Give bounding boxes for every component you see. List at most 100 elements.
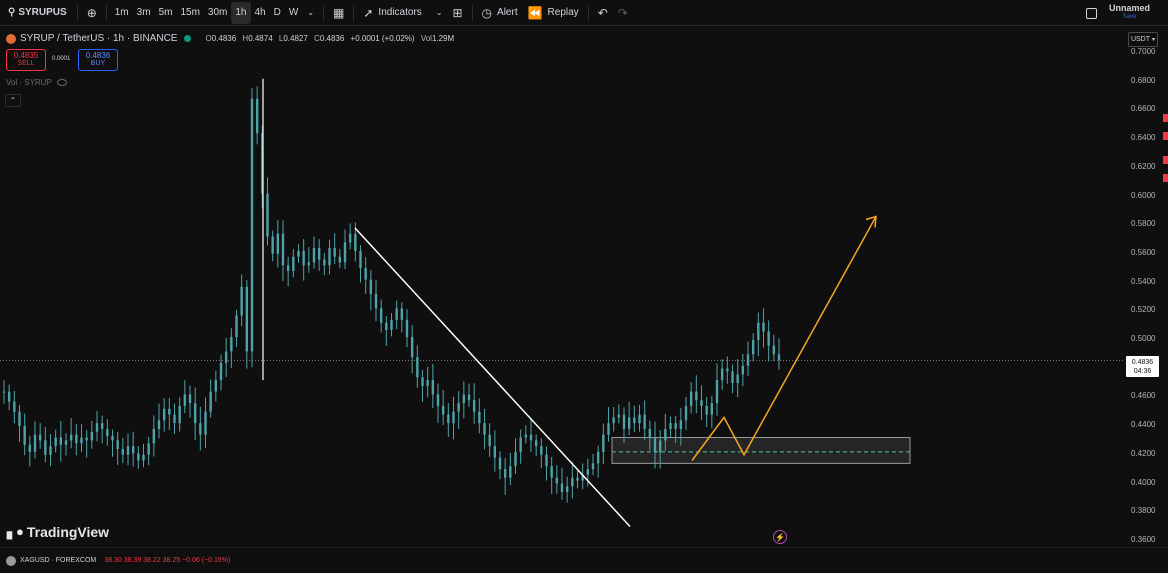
candle-body	[276, 233, 280, 254]
timeframe-dropdown[interactable]: ⌄	[302, 2, 319, 24]
candle-body	[710, 403, 714, 415]
candle-body	[705, 405, 708, 415]
price-tick-label: 0.5200	[1131, 305, 1156, 315]
tradingview-wordmark: TradingView	[26, 524, 110, 540]
current-price-value: 0.4836	[1131, 358, 1154, 366]
candle-body	[617, 414, 621, 418]
chart-type-button[interactable]: ▦	[328, 2, 349, 24]
candle-body	[726, 368, 729, 372]
candle-body	[131, 446, 135, 454]
timeframe-1h[interactable]: 1h	[231, 1, 251, 24]
chevron-down-icon: ⌄	[307, 8, 315, 17]
layout-name-button[interactable]: Unnamed Save	[1109, 4, 1150, 22]
redo-button[interactable]: ↷	[613, 2, 633, 24]
candle-body	[266, 193, 269, 237]
symbol-label: SYRUPUS	[18, 7, 67, 18]
undo-button[interactable]: ↶	[593, 2, 613, 24]
candle-body	[199, 423, 202, 435]
candle-body	[648, 428, 652, 438]
sell-button[interactable]: 0.4835 SELL	[6, 49, 46, 71]
candle-body	[302, 250, 305, 266]
alert-marker[interactable]	[1163, 132, 1168, 140]
candle-body	[684, 405, 688, 421]
candle-body	[416, 357, 419, 378]
timeframe-w[interactable]: W	[285, 2, 302, 24]
symbol-title[interactable]: SYRUP / TetherUS · 1h · BINANCE	[20, 33, 177, 44]
replay-button[interactable]: ⏪ Replay	[523, 2, 584, 24]
candle-body	[452, 411, 455, 424]
candle-body	[250, 98, 254, 352]
candle-body	[643, 414, 646, 429]
toolbar-divider	[587, 4, 589, 21]
candle-body	[405, 319, 409, 338]
volume-indicator-legend[interactable]: Vol · SYRUP	[6, 78, 67, 87]
candle-body	[111, 436, 114, 441]
alert-marker[interactable]	[1163, 114, 1168, 122]
candle-body	[219, 362, 223, 381]
price-tick-label: 0.6600	[1131, 104, 1156, 114]
price-tick-label: 0.5400	[1131, 276, 1156, 286]
candle-body	[772, 345, 776, 355]
timeframe-3m[interactable]: 3m	[133, 2, 155, 24]
chevron-down-icon: ⌄	[435, 8, 443, 17]
candle-body	[142, 454, 145, 461]
indicators-button[interactable]: ➚ Indicators ⌄	[358, 2, 447, 24]
lightning-icon[interactable]: ⚡	[773, 530, 787, 544]
candle-body	[607, 423, 610, 435]
candle-body	[514, 451, 517, 467]
timeframe-30m[interactable]: 30m	[204, 2, 231, 24]
indicators-label: Indicators	[378, 7, 422, 18]
fullscreen-checkbox-icon[interactable]	[1085, 7, 1097, 19]
currency-label: USDT	[1130, 36, 1151, 43]
candle-body	[178, 405, 181, 424]
candle-body	[746, 354, 750, 366]
ticker-symbol[interactable]: XAGUSD · FOREXCOM	[20, 557, 96, 564]
compare-symbol-button[interactable]: ⊕	[82, 2, 102, 24]
candle-body	[64, 440, 68, 445]
candle-body	[69, 434, 73, 441]
candle-body	[7, 391, 11, 402]
currency-selector[interactable]: USDT ▾	[1128, 32, 1158, 47]
timeframe-4h[interactable]: 4h	[251, 2, 270, 24]
candle-body	[627, 417, 631, 429]
candle-body	[591, 463, 595, 470]
candle-body	[436, 394, 440, 406]
candle-body	[762, 322, 765, 332]
candle-body	[224, 351, 228, 363]
sell-label: SELL	[17, 60, 35, 67]
candle-body	[240, 286, 243, 316]
search-icon: ⚲	[8, 7, 16, 18]
alert-marker[interactable]	[1163, 174, 1168, 182]
candle-body	[271, 236, 274, 254]
candle-body	[586, 469, 590, 475]
layouts-button[interactable]: ⊞	[447, 2, 467, 24]
candle-body	[426, 380, 429, 386]
candle-body	[653, 437, 657, 452]
alert-marker[interactable]	[1163, 156, 1168, 164]
price-chart[interactable]	[0, 27, 1124, 547]
symbol-search-button[interactable]: ⚲ SYRUPUS	[2, 2, 73, 24]
candle-body	[292, 256, 295, 272]
tradingview-watermark[interactable]: ▖● TradingView	[7, 524, 109, 540]
candle-body	[534, 440, 538, 447]
eye-icon[interactable]	[56, 79, 67, 86]
collapse-legend-button[interactable]: ⌃	[5, 94, 21, 107]
candle-body	[638, 414, 641, 424]
timeframe-1m[interactable]: 1m	[111, 2, 133, 24]
timeframe-15m[interactable]: 15m	[176, 2, 203, 24]
alert-button[interactable]: ◷ Alert	[477, 2, 523, 24]
current-price-label: 0.4836 04:36	[1126, 356, 1159, 377]
toolbar-divider	[353, 4, 355, 21]
candle-body	[38, 434, 42, 441]
timeframe-5m[interactable]: 5m	[155, 2, 177, 24]
candle-body	[90, 431, 94, 441]
candle-body	[767, 331, 770, 346]
timeframe-d[interactable]: D	[270, 2, 285, 24]
candle-body	[622, 414, 626, 429]
candle-body	[669, 423, 672, 429]
candle-body	[157, 420, 161, 429]
price-tick-label: 0.4600	[1131, 391, 1156, 401]
candle-body	[757, 322, 760, 340]
chevron-up-icon: ⌃	[9, 96, 17, 105]
buy-button[interactable]: 0.4836 BUY	[78, 49, 118, 71]
